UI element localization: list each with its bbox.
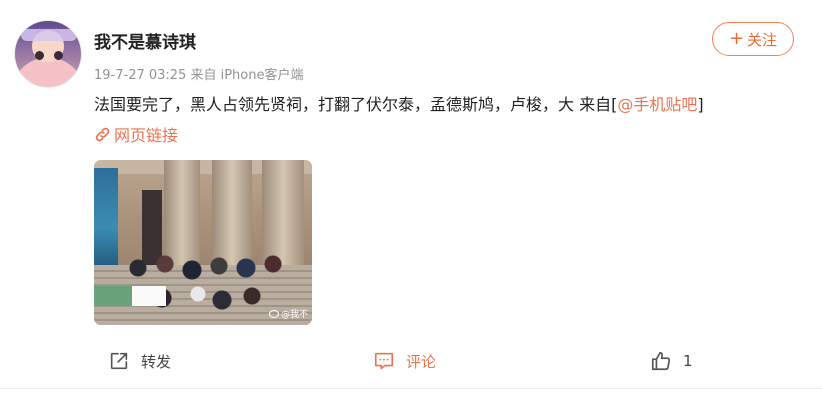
post-image[interactable]: @我不	[94, 160, 312, 325]
plus-icon: +	[728, 28, 745, 49]
watermark-text: @我不	[280, 310, 308, 320]
avatar-eye	[35, 51, 44, 60]
weibo-logo-icon	[268, 309, 279, 318]
avatar-headband	[21, 29, 77, 41]
comment-icon	[374, 352, 394, 370]
follow-label: 关注	[747, 30, 778, 49]
repost-icon	[110, 352, 128, 370]
like-icon	[651, 351, 671, 371]
post-meta: 19-7-27 03:25 来自 iPhone客户端	[94, 68, 304, 83]
image-watermark: @我不	[268, 307, 308, 320]
follow-button[interactable]: + 关注	[712, 22, 794, 56]
mention-link[interactable]: @手机贴吧	[617, 95, 697, 114]
username[interactable]: 我不是慕诗琪	[94, 28, 196, 53]
image-banner	[94, 168, 118, 268]
image-white-block	[132, 286, 166, 306]
avatar[interactable]	[14, 20, 82, 88]
web-link-label: 网页链接	[114, 126, 179, 145]
comment-button[interactable]: 评论	[373, 346, 436, 376]
like-button[interactable]: 1	[650, 346, 693, 376]
divider	[0, 388, 822, 389]
post-text: 法国要完了，黑人占领先贤祠，打翻了伏尔泰，孟德斯鸠，卢梭，大 来自[	[94, 95, 618, 114]
link-icon	[95, 127, 110, 141]
post-text-close: ]	[697, 95, 704, 114]
post-content: 法国要完了，黑人占领先贤祠，打翻了伏尔泰，孟德斯鸠，卢梭，大 来自[@手机贴吧]	[94, 91, 704, 115]
action-bar: 转发 评论 1	[0, 346, 822, 376]
image-green-block	[94, 286, 132, 306]
avatar-eye	[54, 51, 63, 60]
web-link[interactable]: 网页链接	[94, 122, 178, 146]
comment-label: 评论	[406, 352, 437, 371]
like-count: 1	[683, 352, 693, 370]
repost-label: 转发	[141, 352, 172, 371]
repost-button[interactable]: 转发	[108, 346, 171, 376]
